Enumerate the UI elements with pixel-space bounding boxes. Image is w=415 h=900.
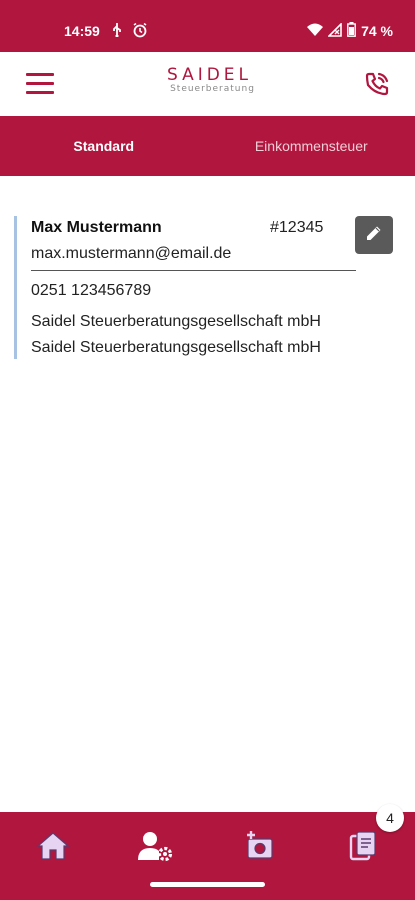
documents-icon[interactable] bbox=[343, 828, 383, 864]
company-line: Saidel Steuerberatungsgesellschaft mbH bbox=[31, 313, 321, 330]
tab-bar: Standard Einkommensteuer bbox=[0, 116, 415, 176]
home-icon[interactable] bbox=[33, 828, 73, 864]
contact-email: max.mustermann@email.de bbox=[31, 245, 232, 262]
status-bar: 14:59 74 % bbox=[0, 0, 415, 52]
user-settings-icon[interactable] bbox=[135, 828, 175, 864]
tab-einkommensteuer[interactable]: Einkommensteuer bbox=[208, 116, 415, 176]
logo-title: SAIDEL bbox=[166, 65, 253, 85]
battery-icon bbox=[347, 22, 356, 40]
app-bar: SAIDEL Steuerberatung bbox=[0, 52, 415, 116]
contact-card: Max Mustermann #12345 max.mustermann@ema… bbox=[14, 216, 404, 359]
logo-subtitle: Steuerberatung bbox=[170, 84, 255, 94]
pencil-icon bbox=[365, 224, 383, 246]
wifi-icon bbox=[307, 23, 324, 40]
tab-standard[interactable]: Standard bbox=[0, 116, 208, 176]
company-line: Saidel Steuerberatungsgesellschaft mbH bbox=[31, 339, 321, 356]
usb-icon bbox=[110, 22, 124, 42]
phone-icon[interactable] bbox=[363, 70, 391, 98]
edit-button[interactable] bbox=[355, 216, 393, 254]
home-indicator[interactable] bbox=[150, 882, 265, 887]
battery-percent: 74 % bbox=[361, 23, 393, 39]
signal-icon bbox=[327, 21, 342, 40]
notification-badge: 4 bbox=[376, 804, 404, 832]
contact-name: Max Mustermann bbox=[31, 219, 162, 236]
logo: SAIDEL Steuerberatung bbox=[0, 66, 415, 95]
client-id: #12345 bbox=[270, 219, 324, 236]
status-time: 14:59 bbox=[64, 23, 100, 39]
contact-phone: 0251 123456789 bbox=[31, 282, 152, 299]
camera-add-icon[interactable] bbox=[240, 828, 280, 864]
alarm-icon bbox=[132, 22, 148, 42]
divider bbox=[31, 270, 356, 271]
